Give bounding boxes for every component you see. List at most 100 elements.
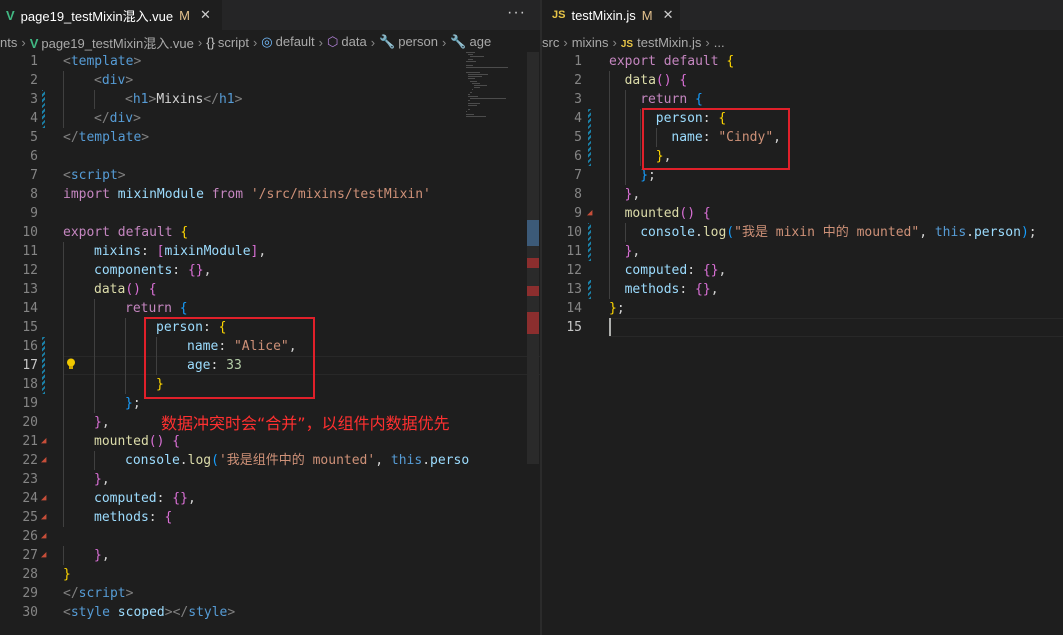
code-text: },: [624, 244, 641, 259]
code-text: return {: [640, 92, 703, 107]
git-deleted-marker[interactable]: ◢: [41, 531, 46, 541]
code-line[interactable]: 21 mounted() {: [0, 432, 540, 451]
code-line[interactable]: 3 <h1>Mixins</h1>: [0, 90, 540, 109]
code-line[interactable]: 11 mixins: [mixinModule],: [0, 242, 540, 261]
git-deleted-marker[interactable]: ◢: [41, 455, 46, 465]
cube-icon: ⬡: [327, 34, 339, 49]
code-line[interactable]: 2 <div>: [0, 71, 540, 90]
code-line[interactable]: 12 computed: {},: [542, 261, 1063, 280]
git-deleted-marker[interactable]: ◢: [587, 208, 592, 218]
code-line[interactable]: 24 computed: {},: [0, 489, 540, 508]
git-deleted-marker[interactable]: ◢: [41, 512, 46, 522]
breadcrumb-item[interactable]: nts: [0, 35, 17, 50]
breadcrumb-item[interactable]: JS testMixin.js: [621, 35, 702, 50]
code-line[interactable]: 25 methods: {: [0, 508, 540, 527]
line-number: 5: [574, 130, 582, 145]
chevron-right-icon: ›: [563, 34, 568, 50]
git-change-marker[interactable]: [588, 109, 591, 166]
line-number: 5: [30, 130, 38, 145]
code-text: },: [94, 548, 110, 563]
right-tab-bar: JS testMixin.js M ✕: [542, 0, 1063, 30]
code-line[interactable]: 5 name: "Cindy",: [542, 128, 1063, 147]
close-icon[interactable]: ✕: [663, 7, 674, 23]
breadcrumb-item[interactable]: Vpage19_testMixin混入.vue: [30, 33, 194, 52]
close-icon[interactable]: ✕: [200, 7, 211, 23]
git-change-marker[interactable]: [588, 280, 591, 299]
code-text: data() {: [624, 73, 688, 88]
code-text: components: {},: [94, 263, 212, 278]
code-line[interactable]: 9 mounted() {: [542, 204, 1063, 223]
breadcrumb-item[interactable]: ...: [714, 35, 725, 50]
code-line[interactable]: 1 <template>: [0, 52, 540, 71]
line-number: 12: [566, 263, 582, 278]
code-line[interactable]: 7 <script>: [0, 166, 540, 185]
line-number: 14: [566, 301, 582, 316]
line-number: 27: [22, 548, 38, 563]
git-change-marker[interactable]: [588, 223, 591, 261]
more-actions-icon[interactable]: ···: [507, 4, 526, 22]
code-line[interactable]: 12 components: {},: [0, 261, 540, 280]
git-change-marker[interactable]: [42, 337, 45, 394]
code-text: export default {: [63, 225, 189, 240]
lightbulb-icon[interactable]: [66, 358, 76, 370]
code-line[interactable]: 11},: [542, 242, 1063, 261]
right-editor-pane[interactable]: JS testMixin.js M ✕ src › mixins › JS testMix…: [542, 0, 1063, 635]
git-deleted-marker[interactable]: ◢: [41, 436, 46, 446]
code-line[interactable]: 3 return {: [542, 90, 1063, 109]
code-line[interactable]: 14 return {: [0, 299, 540, 318]
line-number: 29: [22, 586, 38, 601]
code-line[interactable]: 28}: [0, 565, 540, 584]
git-deleted-marker[interactable]: ◢: [41, 493, 46, 503]
breadcrumb-item[interactable]: 🔧 person: [379, 34, 438, 50]
line-number: 10: [22, 225, 38, 240]
code-line[interactable]: 14};: [542, 299, 1063, 318]
tab-testmixin-js[interactable]: JS testMixin.js M ✕: [542, 0, 680, 30]
code-line[interactable]: 26: [0, 527, 540, 546]
breadcrumb-item[interactable]: {} script: [206, 35, 249, 50]
code-line[interactable]: 9: [0, 204, 540, 223]
tab-page19-vue[interactable]: V page19_testMixin混入.vue M ✕: [0, 0, 222, 30]
minimap[interactable]: [466, 52, 526, 132]
chevron-right-icon: ›: [252, 34, 258, 50]
code-line[interactable]: 1 export default {: [542, 52, 1063, 71]
breadcrumb-item[interactable]: ⬡ data: [327, 34, 367, 50]
code-line[interactable]: 8},: [542, 185, 1063, 204]
code-line[interactable]: 4 </div>: [0, 109, 540, 128]
code-line[interactable]: 15: [542, 318, 1063, 337]
js-file-icon: JS: [552, 9, 566, 21]
line-number: 4: [574, 111, 582, 126]
code-line[interactable]: 2 data() {: [542, 71, 1063, 90]
code-line[interactable]: 10 export default {: [0, 223, 540, 242]
breadcrumb-item[interactable]: mixins: [572, 35, 609, 50]
code-text: return {: [125, 301, 188, 316]
code-line[interactable]: 8 import mixinModule from '/src/mixins/te…: [0, 185, 540, 204]
annotation-text: 数据冲突时会“合并”，以组件内数据优先: [161, 414, 450, 433]
code-text: };: [125, 396, 141, 411]
code-text: </script>: [63, 586, 134, 601]
code-line[interactable]: 30 <style scoped></style>: [0, 603, 540, 622]
code-line[interactable]: 10 console.log("我是 mixin 中的 mounted", thi…: [542, 223, 1063, 242]
code-text: <script>: [63, 168, 126, 183]
code-line[interactable]: 23},: [0, 470, 540, 489]
left-editor-pane[interactable]: V page19_testMixin混入.vue M ✕ ··· nts › Vpa…: [0, 0, 540, 635]
vertical-scrollbar[interactable]: [527, 52, 539, 464]
wrench-icon: 🔧: [450, 34, 467, 49]
git-deleted-marker[interactable]: ◢: [41, 550, 46, 560]
code-line[interactable]: 4 person: {: [542, 109, 1063, 128]
code-line[interactable]: 7};: [542, 166, 1063, 185]
code-line[interactable]: 6},: [542, 147, 1063, 166]
code-line[interactable]: 29 </script>: [0, 584, 540, 603]
code-line[interactable]: 22 console.log('我是组件中的 mounted', this.per…: [0, 451, 540, 470]
code-line[interactable]: 5 </template>: [0, 128, 540, 147]
code-line[interactable]: 13 data() {: [0, 280, 540, 299]
code-line[interactable]: 6: [0, 147, 540, 166]
breadcrumb-item[interactable]: 🔧 age: [450, 34, 491, 50]
breadcrumb-item[interactable]: ◎ default: [261, 34, 314, 50]
code-line[interactable]: 27},: [0, 546, 540, 565]
code-text: <div>: [94, 73, 134, 88]
breadcrumb-item[interactable]: src: [542, 35, 559, 50]
code-text: data() {: [94, 282, 157, 297]
git-change-marker[interactable]: [42, 90, 45, 128]
code-line[interactable]: 13 methods: {},: [542, 280, 1063, 299]
breadcrumb-label: data: [341, 34, 367, 49]
